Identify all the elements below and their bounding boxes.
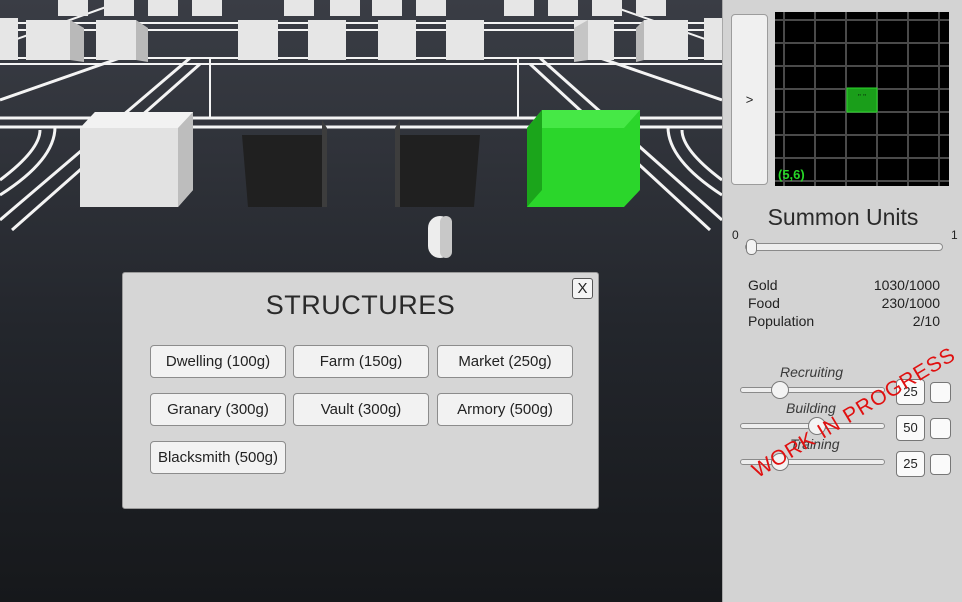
population-value: 2/10 [912,313,940,329]
building-slider-handle[interactable] [807,417,826,435]
training-slider-handle[interactable] [771,453,790,471]
close-button[interactable]: X [572,278,593,299]
panel-toggle-button[interactable]: > [731,14,768,185]
food-label: Food [748,295,780,311]
minimap[interactable]: " " (5,6) [775,12,949,186]
building-lock-checkbox[interactable] [930,418,951,439]
minimap-unit-mark: " " [858,93,866,102]
structures-dialog: STRUCTURES X Dwelling (100g) Farm (150g)… [122,272,599,509]
structures-title: STRUCTURES [265,290,456,320]
vault-button[interactable]: Vault (300g) [293,393,429,426]
minimap-selected-tile: " " [846,87,878,113]
recruiting-lock-checkbox[interactable] [930,382,951,403]
training-lock-checkbox[interactable] [930,454,951,475]
summon-slider-track[interactable] [745,243,943,251]
training-slider-track[interactable] [740,459,885,465]
training-label: Training [790,436,840,452]
gold-label: Gold [748,277,778,293]
gold-value: 1030/1000 [873,277,940,293]
granary-button[interactable]: Granary (300g) [150,393,286,426]
recruiting-slider-handle[interactable] [771,381,790,399]
armory-button[interactable]: Armory (500g) [437,393,573,426]
recruiting-label: Recruiting [780,364,844,380]
dwelling-button[interactable]: Dwelling (100g) [150,345,286,378]
game-viewport[interactable]: STRUCTURES X Dwelling (100g) Farm (150g)… [0,0,722,602]
minimap-coordinate: (5,6) [778,167,805,182]
cube-green-selected [527,110,640,207]
side-panel: > " " (5,6) Summon Units 0 1 Gold 1030/1… [722,0,962,602]
farm-button[interactable]: Farm (150g) [293,345,429,378]
building-label: Building [786,400,836,416]
summon-slider-handle[interactable] [746,239,757,255]
building-value-field[interactable]: 50 [896,415,925,441]
blacksmith-button[interactable]: Blacksmith (500g) [150,441,286,474]
population-label: Population [748,313,815,329]
recruiting-value-field[interactable]: 25 [896,379,925,405]
summon-min-label: 0 [732,228,739,242]
capsule-unit [428,216,452,258]
cube-white [80,112,193,207]
recruiting-slider-track[interactable] [740,387,885,393]
market-button[interactable]: Market (250g) [437,345,573,378]
summon-units-title: Summon Units [767,204,919,230]
food-value: 230/1000 [881,295,940,311]
summon-max-label: 1 [951,228,958,242]
training-value-field[interactable]: 25 [896,451,925,477]
minimap-grid: " " [775,12,949,186]
